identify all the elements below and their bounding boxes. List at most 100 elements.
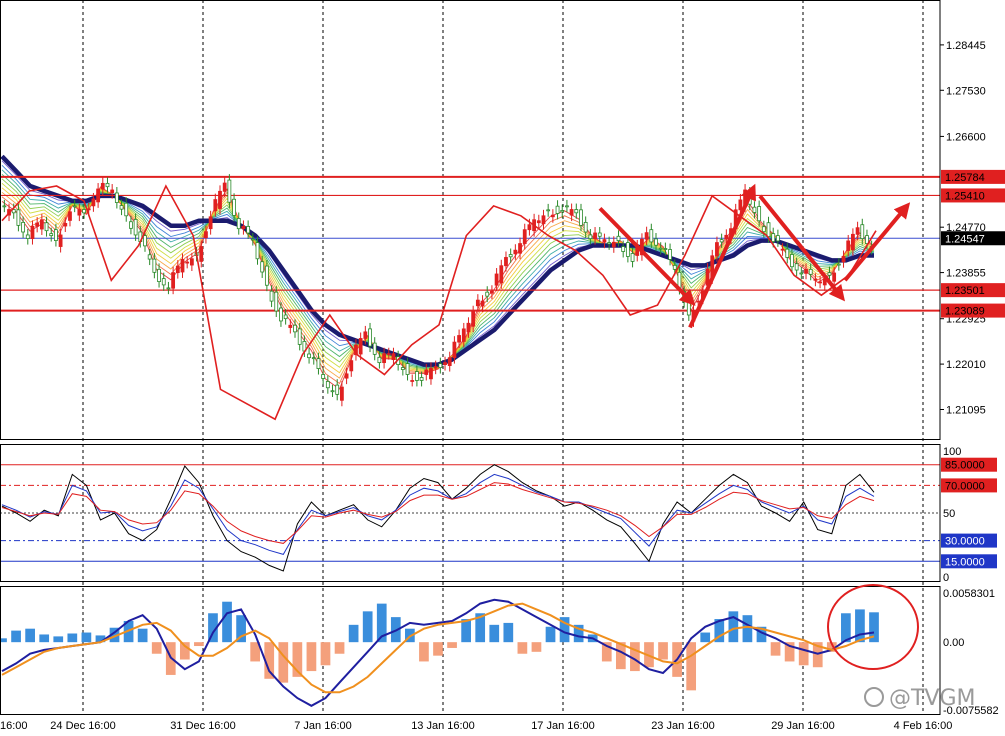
candle-body xyxy=(607,242,612,245)
ribbon-line xyxy=(1,188,875,379)
price-axis: 1.284451.275301.266001.247701.238551.229… xyxy=(940,40,999,717)
candle-body xyxy=(616,235,621,241)
candle-body xyxy=(775,235,780,242)
chart-canvas[interactable]: 1.284451.275301.266001.247701.238551.229… xyxy=(0,0,1005,736)
candle-body xyxy=(77,209,82,216)
candle-body xyxy=(133,219,138,236)
candle-body xyxy=(808,268,813,275)
candle-body xyxy=(574,209,579,214)
candle-body xyxy=(110,189,115,194)
annotation-arrow xyxy=(688,183,756,329)
macd-histogram-bar xyxy=(503,622,514,643)
price-tag-label: 1.25410 xyxy=(945,190,985,202)
candle-body xyxy=(504,257,508,267)
price-tick-label: 1.23855 xyxy=(946,268,986,280)
candle-body xyxy=(325,381,330,389)
candle-body xyxy=(724,234,729,240)
candle-body xyxy=(157,268,161,282)
price-tick-label: 1.27530 xyxy=(946,85,986,97)
price-tag-label: 1.23501 xyxy=(945,285,985,297)
oscillator-level-tag-label: 85.0000 xyxy=(945,460,985,472)
time-label: 13 Jan 16:00 xyxy=(411,720,475,732)
macd-histogram-bar xyxy=(222,601,232,643)
candle-body xyxy=(621,246,626,252)
candle-body xyxy=(283,314,288,320)
macd-tick-label: 0.0058301 xyxy=(943,588,995,600)
candle-body xyxy=(119,205,124,210)
candle-body xyxy=(766,222,771,238)
candle-body xyxy=(16,209,21,226)
candle-body xyxy=(715,242,719,257)
price-tick-label: 1.22010 xyxy=(946,359,986,371)
candle-body xyxy=(433,366,438,369)
candle-body xyxy=(175,265,180,274)
macd-histogram-bar xyxy=(25,628,35,643)
candle-body xyxy=(546,209,551,212)
time-label: 16:00 xyxy=(0,720,28,732)
candle-body xyxy=(611,241,616,248)
time-label: 24 Dec 16:00 xyxy=(50,720,115,732)
candle-body xyxy=(377,356,382,364)
candle-body xyxy=(513,249,518,255)
candle-body xyxy=(293,324,297,333)
candle-body xyxy=(527,224,532,231)
macd-pane xyxy=(0,598,879,707)
candle-body xyxy=(860,224,865,240)
candle-body xyxy=(804,268,808,274)
macd-histogram-bar xyxy=(461,619,471,643)
macd-histogram-bar xyxy=(151,642,162,654)
candle-body xyxy=(213,199,218,212)
watermark-text: @TVGM xyxy=(889,686,976,711)
candle-body xyxy=(855,227,860,235)
candle-body xyxy=(499,265,504,284)
current-price-tag-label: 1.24547 xyxy=(945,233,985,245)
candle-body xyxy=(321,374,326,379)
macd-histogram-bar xyxy=(362,611,373,643)
candle-body xyxy=(452,341,457,359)
candle-body xyxy=(790,254,794,268)
candle-body xyxy=(246,225,251,234)
candle-body xyxy=(358,338,363,355)
macd-histogram-bar xyxy=(686,642,697,691)
candle-body xyxy=(424,369,429,375)
pane-frames xyxy=(0,0,941,715)
watermark: @TVGM xyxy=(864,686,976,711)
candle-body xyxy=(569,209,574,216)
price-tick-label: 1.28445 xyxy=(946,40,986,52)
candle-body xyxy=(668,249,672,260)
candle-body xyxy=(311,357,316,360)
candle-body xyxy=(100,182,105,190)
candle-body xyxy=(522,229,527,244)
candle-body xyxy=(386,353,391,356)
candle-body xyxy=(832,272,837,282)
oscillator-tick-label: 100 xyxy=(943,446,961,458)
candle-body xyxy=(593,232,597,240)
candle-body xyxy=(494,273,499,286)
candle-body xyxy=(757,206,762,222)
oscillator-series-line xyxy=(1,473,875,555)
candle-body xyxy=(672,264,677,270)
candle-body xyxy=(415,371,419,381)
candle-body xyxy=(58,234,63,247)
candle-body xyxy=(813,278,818,281)
candle-body xyxy=(785,248,790,258)
candle-body xyxy=(490,290,494,294)
candle-body xyxy=(25,234,30,240)
candle-body xyxy=(39,219,44,230)
candle-body xyxy=(129,221,133,229)
ribbon-line xyxy=(1,187,875,374)
candle-body xyxy=(658,247,663,250)
candle-body xyxy=(541,215,546,225)
macd-histogram-bar xyxy=(67,633,78,643)
macd-histogram-bar xyxy=(137,628,148,643)
watermark-logo-icon xyxy=(864,687,884,707)
macd-tick-label: 0.00 xyxy=(943,637,964,649)
oscillator-level-tag-label: 70.0000 xyxy=(945,480,985,492)
candle-body xyxy=(171,272,176,289)
candle-body xyxy=(82,209,86,214)
candle-body xyxy=(288,324,293,328)
macd-histogram-bar xyxy=(489,624,500,643)
oscillator-tick-label: 0 xyxy=(943,572,949,584)
candle-body xyxy=(316,358,321,369)
candle-body xyxy=(696,300,701,303)
